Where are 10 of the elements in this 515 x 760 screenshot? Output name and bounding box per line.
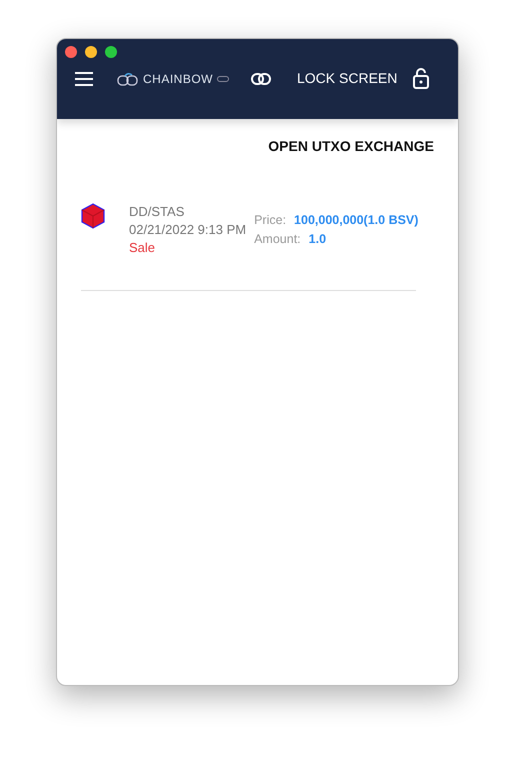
brand-name: CHAINBOW — [143, 70, 213, 88]
token-name: DD/STAS — [129, 203, 186, 221]
price-value: 100,000,000(1.0 BSV) — [294, 212, 418, 229]
lock-screen-button[interactable]: LOCK SCREEN — [297, 68, 398, 89]
order-date: 02/21/2022 9:13 PM — [129, 221, 246, 240]
amount-label: Amount: — [254, 230, 301, 248]
price-label: Price: — [254, 212, 286, 229]
open-exchange-link[interactable]: OPEN UTXO EXCHANGE — [268, 136, 434, 157]
order-side: Sale — [129, 239, 156, 258]
amount-value: 1.0 — [308, 230, 326, 248]
